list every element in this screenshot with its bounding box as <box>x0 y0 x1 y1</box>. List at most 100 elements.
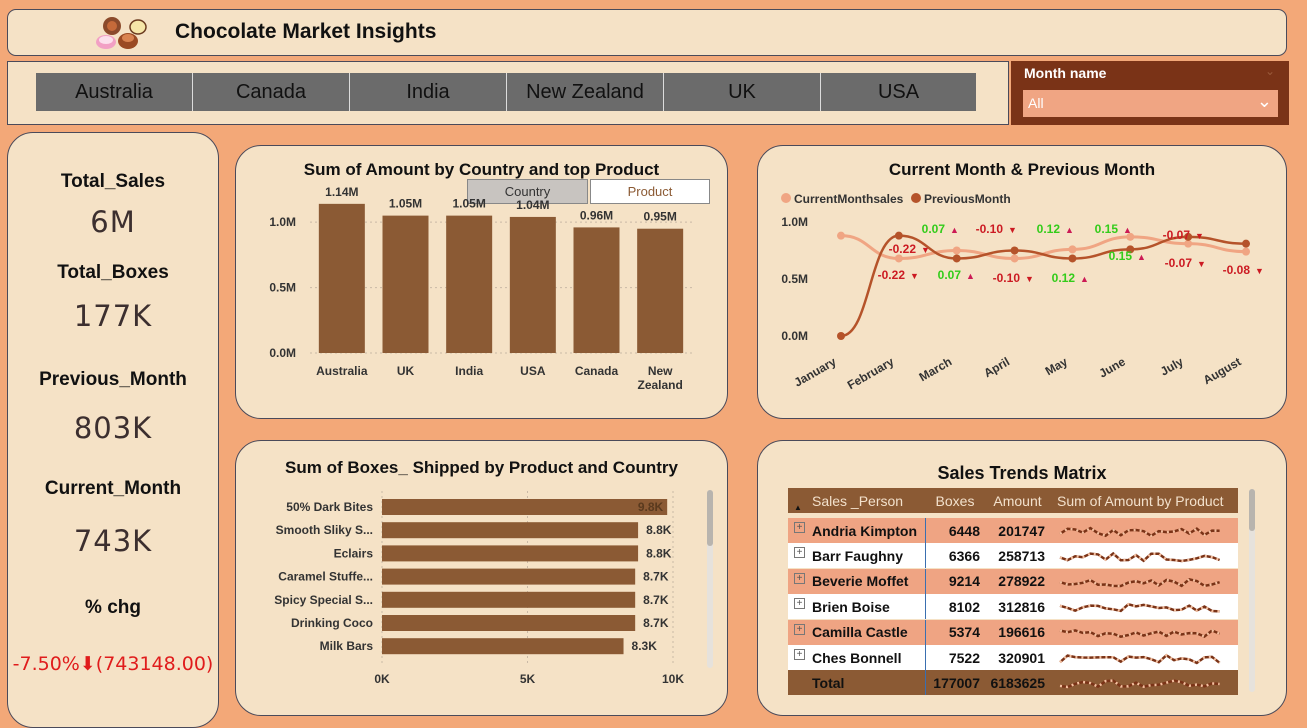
amount-cell: 201747 <box>998 522 1045 539</box>
sparkline-markers <box>1059 603 1220 613</box>
table-row[interactable]: Barr Faughny 6366 258713 + <box>788 543 1238 569</box>
table-row[interactable]: Beverie Moffet 9214 278922 + <box>788 568 1238 594</box>
data-label: 0.96M <box>580 208 613 222</box>
series-point <box>1242 239 1250 248</box>
bar <box>446 215 493 353</box>
x-tick-label: Canada <box>575 364 619 378</box>
sparkline <box>1059 679 1220 689</box>
change-label: -0.22 <box>878 268 906 282</box>
y-tick-label: Spicy Special S... <box>274 593 373 607</box>
amount-cell: 312816 <box>998 598 1045 615</box>
down-arrow-icon: ▼ <box>1025 274 1034 284</box>
table-row[interactable]: Andria Kimpton 6448 201747 + <box>788 518 1238 543</box>
slicer-uk[interactable]: UK <box>664 73 821 111</box>
data-label: 8.8K <box>646 523 672 537</box>
y-tick-label: Smooth Sliky S... <box>276 523 373 537</box>
bar <box>573 227 620 353</box>
boxes-scroll-thumb[interactable] <box>707 490 713 546</box>
change-label: 0.12 <box>1037 222 1061 236</box>
matrix-header-row: Sales _Person Boxes Amount Sum of Amount… <box>788 488 1238 513</box>
column-divider <box>925 619 926 645</box>
data-label: 1.04M <box>516 198 549 212</box>
table-row[interactable]: Ches Bonnell 7522 320901 + <box>788 645 1238 670</box>
legend-previous-label: PreviousMonth <box>924 192 1011 206</box>
change-label: 0.07 <box>938 268 962 282</box>
expand-row-icon[interactable]: + <box>794 623 805 635</box>
y-tick-label: 0.5M <box>269 281 296 295</box>
series-point <box>1068 254 1077 263</box>
y-tick-label: 1.0M <box>269 215 296 229</box>
data-label: 9.8K <box>638 500 664 514</box>
amount-cell: 258713 <box>998 547 1045 564</box>
total-sales-label: Total_Sales <box>60 171 166 192</box>
sparkline <box>1059 603 1220 613</box>
x-tick-label: February <box>845 354 897 392</box>
column-divider <box>925 645 926 670</box>
slicer-australia[interactable]: Australia <box>36 73 193 111</box>
series-point <box>894 231 903 240</box>
matrix-scrollbar[interactable] <box>1249 489 1255 692</box>
bar <box>382 215 429 353</box>
sales-person-cell: Beverie Moffet <box>812 573 909 590</box>
series-point <box>1010 254 1019 263</box>
bar <box>382 522 639 539</box>
data-label: 8.7K <box>643 570 669 584</box>
table-row[interactable]: Camilla Castle 5374 196616 + <box>788 619 1238 645</box>
kpi-panel: Total_Sales 6M Total_Boxes 177K Previous… <box>7 132 219 728</box>
change-label: -0.07 <box>1163 228 1191 242</box>
change-label: -0.10 <box>993 271 1021 285</box>
slicer-usa[interactable]: USA <box>821 73 976 111</box>
column-divider <box>925 594 926 620</box>
col-sum-amount-product[interactable]: Sum of Amount by Product <box>1050 488 1238 513</box>
matrix-total-row: Total 177007 6183625 <box>788 670 1238 696</box>
bar <box>318 203 365 353</box>
x-tick-label: 5K <box>520 672 536 686</box>
data-label: 1.14M <box>325 185 358 199</box>
change-label: 0.15 <box>1095 222 1119 236</box>
data-label: 1.05M <box>389 197 422 211</box>
total-sales-value: 6M <box>90 205 136 239</box>
matrix-scroll-thumb[interactable] <box>1249 489 1255 531</box>
previous-month-value: 803K <box>73 411 153 445</box>
month-dropdown[interactable]: All ⌄ <box>1023 90 1278 117</box>
change-label: 0.07 <box>922 222 946 236</box>
sales-person-cell: Ches Bonnell <box>812 649 902 666</box>
boxes-cell: 6448 <box>948 522 980 539</box>
sort-ascending-icon[interactable]: ▲ <box>794 503 802 512</box>
collapse-chevron-icon[interactable]: ⌄ <box>1265 64 1275 78</box>
data-label: 8.8K <box>646 546 672 560</box>
amount-bar-chart: 0.0M 0.5M 1.0M 1.14M Australia 1.05M UK 1.05M In… <box>269 185 692 392</box>
data-label: 1.05M <box>452 197 485 211</box>
boxes-bar-chart: 0K 5K 10K 50% Dark Bites 9.8K Smooth Sliky S.… <box>274 491 684 686</box>
x-tick-label: June <box>1097 354 1129 380</box>
expand-row-icon[interactable]: + <box>794 598 805 610</box>
table-row[interactable]: Brien Boise 8102 312816 + <box>788 594 1238 620</box>
y-tick-label: Milk Bars <box>320 639 374 653</box>
col-boxes[interactable]: Boxes <box>925 488 985 513</box>
change-label: 0.15 <box>1109 249 1133 263</box>
bar <box>382 638 624 655</box>
down-arrow-icon: ▼ <box>1008 225 1017 235</box>
change-label: -0.07 <box>1165 256 1193 270</box>
x-tick-label: 0K <box>374 672 390 686</box>
boxes-cell: 6366 <box>948 547 980 564</box>
slicer-india[interactable]: India <box>350 73 507 111</box>
x-tick-label: USA <box>520 364 546 378</box>
pct-chg-value: -7.50%⬇(743148.00) <box>12 653 214 675</box>
series-point <box>837 332 845 340</box>
column-divider <box>925 670 926 696</box>
boxes-scrollbar[interactable] <box>707 490 713 668</box>
col-amount[interactable]: Amount <box>985 488 1050 513</box>
expand-row-icon[interactable]: + <box>794 649 805 660</box>
expand-row-icon[interactable]: + <box>794 572 805 584</box>
y-tick-label: 50% Dark Bites <box>286 500 373 514</box>
sparkline <box>1059 526 1220 538</box>
slicer-canada[interactable]: Canada <box>193 73 350 111</box>
slicer-new-zealand[interactable]: New Zealand <box>507 73 664 111</box>
sparkline <box>1059 577 1220 588</box>
expand-row-icon[interactable]: + <box>794 547 805 559</box>
col-sales-person[interactable]: Sales _Person <box>788 488 925 513</box>
amount-by-country-card: Sum of Amount by Country and top Product… <box>235 145 728 419</box>
expand-row-icon[interactable]: + <box>794 522 805 533</box>
y-tick-label: Caramel Stuffe... <box>278 570 373 584</box>
